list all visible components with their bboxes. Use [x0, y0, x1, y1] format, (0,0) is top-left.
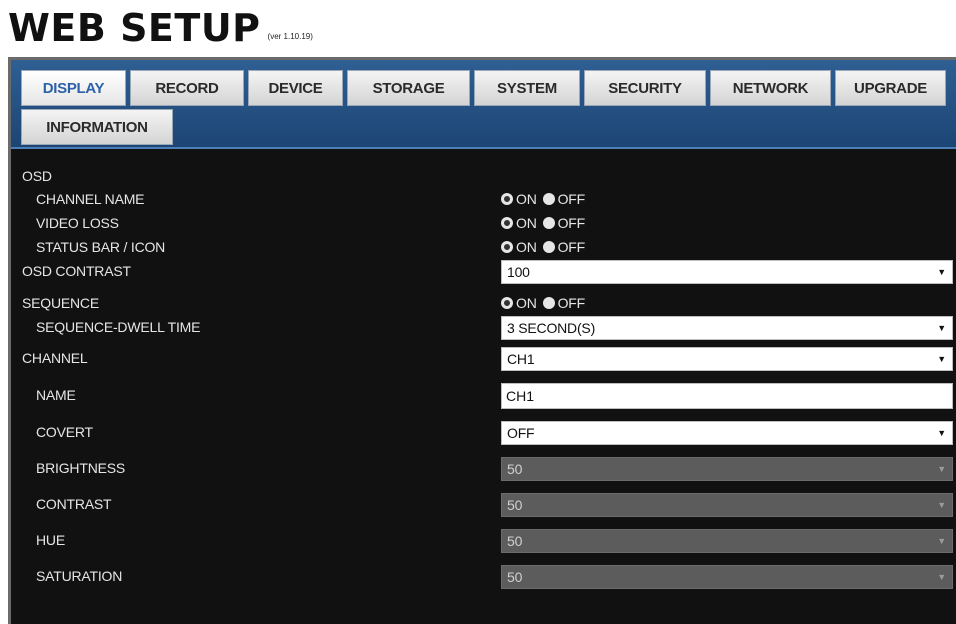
- dropdown-arrow-icon: ▼: [937, 536, 946, 546]
- brightness-select[interactable]: 50 ▼: [501, 457, 953, 481]
- row-channel-name: CHANNEL NAME ON OFF: [11, 191, 956, 209]
- saturation-value: 50: [507, 569, 523, 585]
- sequence-label: SEQUENCE: [22, 295, 99, 311]
- contrast-value: 50: [507, 497, 523, 513]
- hue-label: HUE: [36, 532, 65, 548]
- tab-bar: DISPLAY RECORD DEVICE STORAGE SYSTEM SEC…: [11, 60, 956, 149]
- dropdown-arrow-icon: ▼: [937, 572, 946, 582]
- sequence-radio-group: ON OFF: [501, 295, 591, 311]
- tab-upgrade[interactable]: UPGRADE: [835, 70, 946, 106]
- status-bar-radio-group: ON OFF: [501, 239, 591, 255]
- channel-select[interactable]: CH1 ▼: [501, 347, 953, 371]
- tab-information[interactable]: INFORMATION: [21, 109, 173, 145]
- video-loss-radio-group: ON OFF: [501, 215, 591, 231]
- osd-contrast-label: OSD CONTRAST: [22, 263, 131, 279]
- channel-name-label: CHANNEL NAME: [36, 191, 145, 207]
- tab-device[interactable]: DEVICE: [248, 70, 343, 106]
- name-input[interactable]: [501, 383, 953, 409]
- tab-display[interactable]: DISPLAY: [21, 70, 126, 106]
- row-sequence: SEQUENCE ON OFF: [11, 295, 956, 313]
- off-label: OFF: [557, 191, 586, 207]
- row-saturation: SATURATION 50 ▼: [11, 565, 956, 589]
- dwell-time-value: 3 SECOND(S): [507, 320, 596, 336]
- dropdown-arrow-icon: ▼: [937, 323, 946, 333]
- video-loss-off-radio[interactable]: [542, 217, 555, 229]
- row-name: NAME: [11, 383, 956, 409]
- on-label: ON: [516, 215, 537, 231]
- page-title: WEB SETUP: [8, 6, 261, 50]
- page-title-block: WEB SETUP (ver 1.10.19): [8, 2, 313, 50]
- covert-label: COVERT: [36, 424, 93, 440]
- dropdown-arrow-icon: ▼: [937, 354, 946, 364]
- dropdown-arrow-icon: ▼: [937, 428, 946, 438]
- row-contrast: CONTRAST 50 ▼: [11, 493, 956, 517]
- row-covert: COVERT OFF ▼: [11, 421, 956, 445]
- row-osd-contrast: OSD CONTRAST 100 ▼: [11, 260, 956, 284]
- on-label: ON: [516, 295, 537, 311]
- status-bar-label: STATUS BAR / ICON: [36, 239, 166, 255]
- name-label: NAME: [36, 387, 76, 403]
- brightness-label: BRIGHTNESS: [36, 460, 126, 476]
- covert-select[interactable]: OFF ▼: [501, 421, 953, 445]
- status-bar-off-radio[interactable]: [542, 241, 555, 253]
- osd-label: OSD: [22, 168, 52, 184]
- saturation-label: SATURATION: [36, 568, 123, 584]
- tab-security[interactable]: SECURITY: [584, 70, 706, 106]
- channel-value: CH1: [507, 351, 535, 367]
- dropdown-arrow-icon: ▼: [937, 267, 946, 277]
- tab-storage[interactable]: STORAGE: [347, 70, 470, 106]
- status-bar-on-radio[interactable]: [501, 241, 513, 253]
- saturation-select[interactable]: 50 ▼: [501, 565, 953, 589]
- off-label: OFF: [557, 295, 586, 311]
- covert-value: OFF: [507, 425, 535, 441]
- setup-panel: DISPLAY RECORD DEVICE STORAGE SYSTEM SEC…: [8, 57, 956, 624]
- osd-contrast-value: 100: [507, 264, 530, 280]
- on-label: ON: [516, 191, 537, 207]
- tab-system[interactable]: SYSTEM: [474, 70, 580, 106]
- hue-select[interactable]: 50 ▼: [501, 529, 953, 553]
- channel-name-on-radio[interactable]: [501, 193, 513, 205]
- tab-record[interactable]: RECORD: [130, 70, 244, 106]
- channel-name-radio-group: ON OFF: [501, 191, 591, 207]
- channel-name-off-radio[interactable]: [542, 193, 555, 205]
- row-brightness: BRIGHTNESS 50 ▼: [11, 457, 956, 481]
- row-channel: CHANNEL CH1 ▼: [11, 347, 956, 371]
- row-video-loss: VIDEO LOSS ON OFF: [11, 215, 956, 233]
- hue-value: 50: [507, 533, 523, 549]
- dwell-time-select[interactable]: 3 SECOND(S) ▼: [501, 316, 953, 340]
- dwell-time-label: SEQUENCE-DWELL TIME: [36, 319, 201, 335]
- off-label: OFF: [557, 239, 586, 255]
- contrast-select[interactable]: 50 ▼: [501, 493, 953, 517]
- contrast-label: CONTRAST: [36, 496, 112, 512]
- tab-network[interactable]: NETWORK: [710, 70, 831, 106]
- channel-label: CHANNEL: [22, 350, 88, 366]
- video-loss-label: VIDEO LOSS: [36, 215, 119, 231]
- version-label: (ver 1.10.19): [267, 32, 313, 41]
- brightness-value: 50: [507, 461, 523, 477]
- off-label: OFF: [557, 215, 586, 231]
- sequence-off-radio[interactable]: [542, 297, 555, 309]
- row-dwell-time: SEQUENCE-DWELL TIME 3 SECOND(S) ▼: [11, 316, 956, 340]
- dropdown-arrow-icon: ▼: [937, 500, 946, 510]
- on-label: ON: [516, 239, 537, 255]
- sequence-on-radio[interactable]: [501, 297, 513, 309]
- row-hue: HUE 50 ▼: [11, 529, 956, 553]
- dropdown-arrow-icon: ▼: [937, 464, 946, 474]
- row-status-bar: STATUS BAR / ICON ON OFF: [11, 239, 956, 257]
- osd-contrast-select[interactable]: 100 ▼: [501, 260, 953, 284]
- video-loss-on-radio[interactable]: [501, 217, 513, 229]
